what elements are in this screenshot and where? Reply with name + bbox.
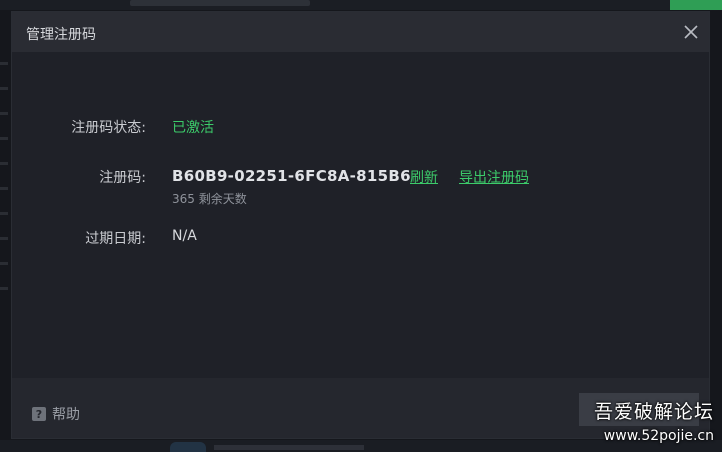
background-green-button <box>670 0 722 10</box>
days-remaining: 365 剩余天数 <box>172 192 247 206</box>
background-blurred-text <box>130 0 310 6</box>
expiry-label: 过期日期: <box>85 231 146 247</box>
watermark-title: 吾爱破解论坛 <box>593 401 714 423</box>
background-blurred-text <box>214 445 364 450</box>
license-code-label: 注册码: <box>99 170 146 186</box>
watermark-url: www.52pojie.cn <box>603 428 714 444</box>
background-app-header <box>0 0 722 10</box>
help-icon: ? <box>32 407 46 421</box>
status-value: 已激活 <box>172 120 214 136</box>
status-label: 注册码状态: <box>71 120 146 136</box>
expiry-value: N/A <box>172 228 197 244</box>
close-icon[interactable] <box>681 22 701 42</box>
license-code-value: B60B9-02251-6FC8A-815B6 <box>172 167 411 185</box>
background-app-icon <box>170 442 206 452</box>
dialog-titlebar: 管理注册码 <box>12 12 709 52</box>
help-label: 帮助 <box>52 407 80 423</box>
watermark: 吾爱破解论坛 www.52pojie.cn <box>594 397 714 444</box>
dialog-title: 管理注册码 <box>26 27 96 43</box>
manage-license-dialog: 管理注册码 注册码状态: 已激活 注册码: B60B9-02251-6FC8A-… <box>11 11 710 439</box>
background-sidebar <box>0 40 10 340</box>
dialog-body: 注册码状态: 已激活 注册码: B60B9-02251-6FC8A-815B6 … <box>12 52 709 380</box>
help-button[interactable]: ? 帮助 <box>32 404 80 424</box>
refresh-link[interactable]: 刷新 <box>410 167 438 187</box>
export-license-link[interactable]: 导出注册码 <box>459 167 529 187</box>
